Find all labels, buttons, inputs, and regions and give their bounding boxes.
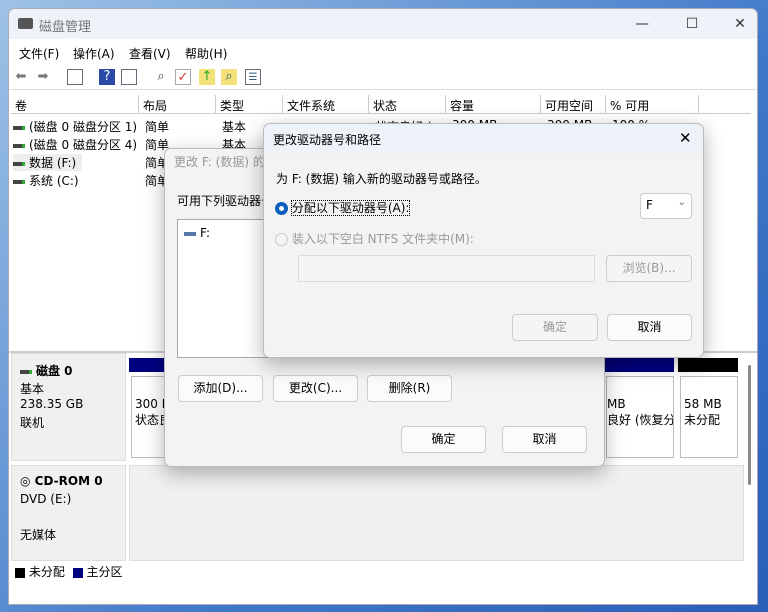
list-icon[interactable]: ☰ xyxy=(245,69,261,85)
assign-letter-radio[interactable]: 分配以下驱动器号(A): xyxy=(275,199,411,216)
bg-cancel-button[interactable]: 取消 xyxy=(502,426,587,453)
volume-icon xyxy=(13,143,25,148)
volume-list-header: 卷 布局 类型 文件系统 状态 容量 可用空间 % 可用 xyxy=(11,95,751,114)
volume-icon xyxy=(13,125,25,130)
menu-file[interactable]: 文件(F) xyxy=(19,45,59,62)
help-icon[interactable]: ? xyxy=(99,69,115,85)
partition-bar-unallocated xyxy=(678,358,738,372)
close-button[interactable]: ✕ xyxy=(725,13,755,35)
dialog-instruction: 为 F: (数据) 输入新的驱动器号或路径。 xyxy=(276,172,487,186)
volume-icon xyxy=(13,179,25,184)
bg-dialog-prompt: 可用下列驱动器号和路径: xyxy=(177,194,277,208)
menu-action[interactable]: 操作(A) xyxy=(73,45,115,62)
dialog-close-button[interactable]: ✕ xyxy=(679,129,692,147)
menu-help[interactable]: 帮助(H) xyxy=(185,45,227,62)
col-volume[interactable]: 卷 xyxy=(11,95,139,114)
drive-icon xyxy=(184,231,196,236)
forward-icon[interactable]: ➡ xyxy=(35,69,51,85)
partition-bar-recovery xyxy=(606,358,674,372)
list-item[interactable]: F: xyxy=(184,226,210,240)
search-folder-icon[interactable]: ⌕ xyxy=(221,69,237,85)
col-status[interactable]: 状态 xyxy=(369,95,446,114)
connect-icon[interactable]: ⌕ xyxy=(153,69,169,85)
show-hide-tree-icon[interactable] xyxy=(67,69,83,85)
dialog-title-bar: 更改驱动器号和路径 ✕ xyxy=(264,124,703,154)
action-pane-icon[interactable] xyxy=(121,69,137,85)
window-title: 磁盘管理 xyxy=(39,20,92,35)
col-percent-free[interactable]: % 可用 xyxy=(606,95,699,114)
folder-path-input[interactable] xyxy=(298,255,595,282)
disk-icon xyxy=(20,369,32,374)
col-layout[interactable]: 布局 xyxy=(139,95,216,114)
drive-letter-dropdown[interactable]: F ⌄ xyxy=(640,193,692,219)
back-icon[interactable]: ⬅ xyxy=(13,69,29,85)
change-button[interactable]: 更改(C)... xyxy=(273,375,358,402)
up-folder-icon[interactable]: ↑ xyxy=(199,69,215,85)
ok-button[interactable]: 确定 xyxy=(512,314,598,341)
col-filesystem[interactable]: 文件系统 xyxy=(283,95,369,114)
cdrom-area xyxy=(129,465,744,561)
change-drive-letter-dialog: 更改驱动器号和路径 ✕ 为 F: (数据) 输入新的驱动器号或路径。 分配以下驱… xyxy=(263,123,704,358)
browse-button[interactable]: 浏览(B)... xyxy=(606,255,692,282)
partition-recovery[interactable]: MB 良好 (恢复分 xyxy=(606,376,674,458)
col-capacity[interactable]: 容量 xyxy=(446,95,541,114)
add-button[interactable]: 添加(D)... xyxy=(178,375,263,402)
cancel-button[interactable]: 取消 xyxy=(607,314,692,341)
menu-view[interactable]: 查看(V) xyxy=(129,45,171,62)
menu-bar: 文件(F) 操作(A) 查看(V) 帮助(H) xyxy=(9,41,757,63)
maximize-button[interactable]: ☐ xyxy=(677,13,707,35)
toolbar: ⬅ ➡ ? ⌕ ✓ ↑ ⌕ ☰ xyxy=(9,64,757,90)
mount-folder-radio[interactable]: 装入以下空白 NTFS 文件夹中(M): xyxy=(275,230,474,247)
chevron-down-icon: ⌄ xyxy=(677,197,686,208)
properties-icon[interactable]: ✓ xyxy=(175,69,191,85)
disk0-info[interactable]: 磁盘 0 基本 238.35 GB 联机 xyxy=(11,353,126,461)
disk-management-icon xyxy=(18,18,33,29)
bg-ok-button[interactable]: 确定 xyxy=(401,426,486,453)
radio-selected-icon xyxy=(275,202,288,215)
dialog-title: 更改驱动器号和路径 xyxy=(273,133,382,147)
col-free[interactable]: 可用空间 xyxy=(541,95,606,114)
bg-dialog-title: 更改 F: (数据) 的驱动器号和路径 xyxy=(174,155,274,169)
partition-unallocated[interactable]: 58 MB 未分配 xyxy=(680,376,738,458)
volume-icon xyxy=(13,161,25,166)
minimize-button[interactable]: — xyxy=(627,13,657,35)
legend: 未分配 主分区 xyxy=(15,563,123,580)
col-type[interactable]: 类型 xyxy=(216,95,283,114)
remove-button[interactable]: 删除(R) xyxy=(367,375,452,402)
title-bar: 磁盘管理 — ☐ ✕ xyxy=(9,9,757,39)
cdrom-info[interactable]: ◎ CD-ROM 0 DVD (E:) 无媒体 xyxy=(11,465,126,561)
scrollbar[interactable] xyxy=(748,365,751,485)
radio-unselected-icon xyxy=(275,233,288,246)
cdrom-icon: ◎ xyxy=(20,474,35,488)
